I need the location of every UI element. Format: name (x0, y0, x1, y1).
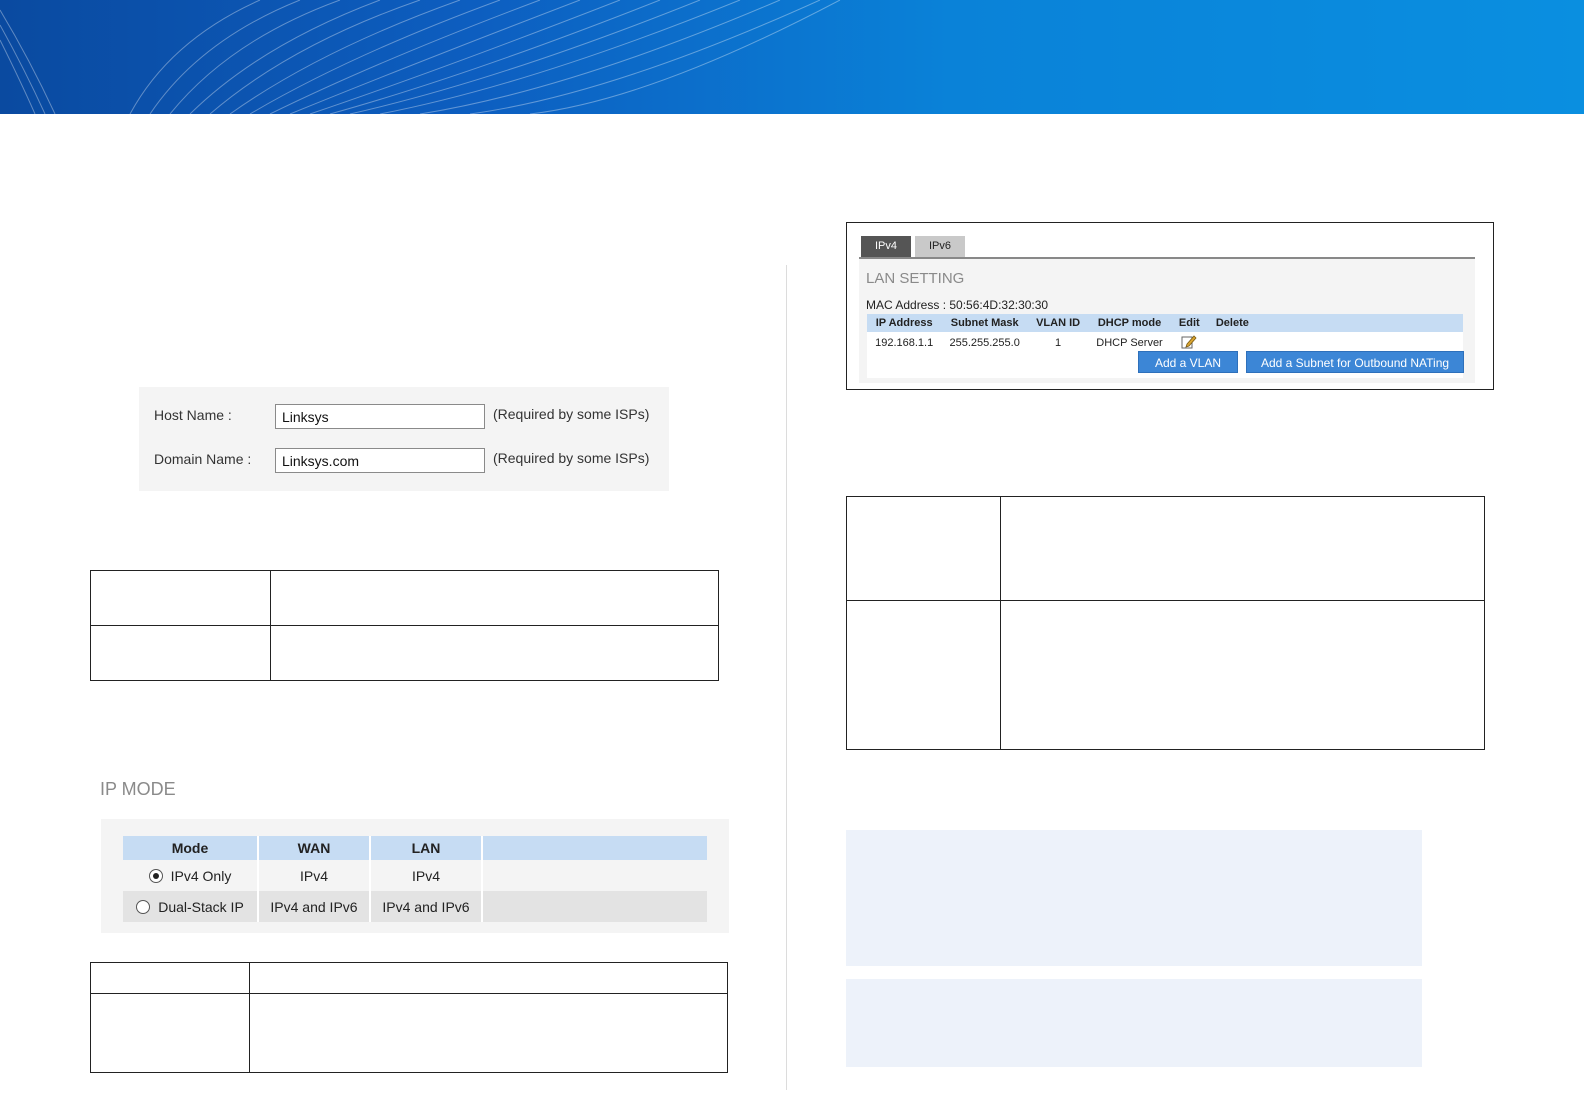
host-name-label: Host Name : (154, 407, 232, 423)
note-box (846, 979, 1422, 1067)
note-box (846, 830, 1422, 966)
ip-mode-description-table (90, 962, 728, 1073)
wan-value: IPv4 (258, 860, 371, 891)
tab-ipv6[interactable]: IPv6 (915, 236, 965, 257)
col-lan: LAN (370, 836, 483, 860)
dual-stack-radio[interactable] (136, 899, 151, 914)
table-row[interactable]: Dual-Stack IP IPv4 and IPv6 IPv4 and IPv… (123, 891, 707, 922)
column-divider (786, 265, 787, 1090)
lan-description-table (846, 496, 1485, 750)
col-edit: Edit (1170, 314, 1208, 332)
col-mode: Mode (123, 836, 259, 860)
host-description-table (90, 570, 719, 681)
col-ip-address: IP Address (867, 314, 942, 332)
mask-value: 255.255.255.0 (949, 337, 1020, 349)
mode-label: Dual-Stack IP (158, 898, 244, 915)
table-row (846, 600, 1485, 750)
add-subnet-button[interactable]: Add a Subnet for Outbound NATing (1246, 351, 1464, 373)
table-row[interactable]: IPv4 Only IPv4 IPv4 (123, 860, 707, 891)
table-row (90, 570, 719, 626)
wan-value: IPv4 and IPv6 (258, 891, 371, 922)
ip-mode-title: IP MODE (100, 779, 176, 799)
col-subnet-mask: Subnet Mask (941, 314, 1028, 332)
mode-label: IPv4 Only (170, 867, 232, 884)
ip-mode-table: Mode WAN LAN IPv4 Only IPv4 IPv4 Dual-St… (123, 836, 707, 922)
lan-setting-title: LAN SETTING (866, 270, 965, 287)
table-row (846, 496, 1485, 601)
col-dhcp-mode: DHCP mode (1088, 314, 1171, 332)
domain-name-label: Domain Name : (154, 451, 252, 467)
col-delete: Delete (1207, 314, 1257, 332)
banner-wave-graphic (0, 0, 841, 114)
domain-name-input[interactable]: Linksys.com (275, 448, 485, 473)
lan-value: IPv4 and IPv6 (370, 891, 483, 922)
lan-setting-frame: IPv4 IPv6 LAN SETTING MAC Address : 50:5… (846, 222, 1494, 390)
domain-name-hint: (Required by some ISPs) (493, 450, 650, 466)
host-domain-form: Host Name : Linksys (Required by some IS… (139, 387, 669, 491)
host-name-input[interactable]: Linksys (275, 404, 485, 429)
edit-pencil-icon[interactable] (1181, 334, 1197, 350)
add-vlan-button[interactable]: Add a VLAN (1138, 351, 1238, 373)
col-wan: WAN (258, 836, 371, 860)
tab-ipv4[interactable]: IPv4 (861, 236, 911, 257)
mac-address: MAC Address : 50:56:4D:32:30:30 (866, 298, 1049, 312)
col-vlan-id: VLAN ID (1027, 314, 1089, 332)
vlan-value: 1 (1055, 337, 1062, 349)
table-row (90, 993, 728, 1073)
host-name-hint: (Required by some ISPs) (493, 406, 650, 422)
table-row (90, 625, 719, 681)
lan-value: IPv4 (370, 860, 483, 891)
ip-mode-panel: Mode WAN LAN IPv4 Only IPv4 IPv4 Dual-St… (101, 819, 729, 933)
ipv4-only-radio[interactable] (148, 868, 163, 883)
ip-value: 192.168.1.1 (875, 337, 934, 349)
header-banner (0, 0, 1584, 114)
table-row (90, 962, 728, 994)
